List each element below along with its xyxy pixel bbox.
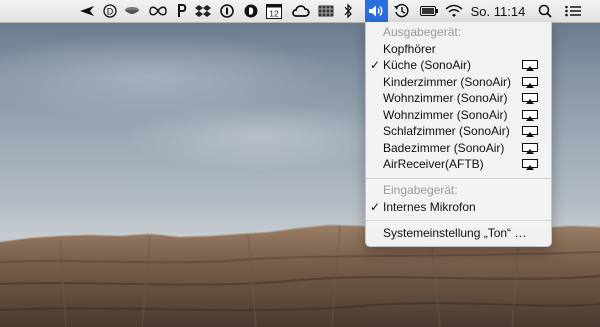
airplay-icon xyxy=(522,143,538,154)
keyboard-grid-icon[interactable] xyxy=(316,0,336,22)
airplay-icon xyxy=(522,159,538,170)
menu-separator xyxy=(366,220,551,221)
spotlight-search-icon[interactable] xyxy=(536,0,554,22)
menu-separator xyxy=(366,178,551,179)
time-machine-icon[interactable] xyxy=(391,0,413,22)
output-device-item[interactable]: Wohnzimmer (SonoAir) xyxy=(366,90,551,107)
p-icon[interactable] xyxy=(174,0,190,22)
battery-icon[interactable] xyxy=(418,0,440,22)
bluetooth-icon[interactable] xyxy=(340,0,356,22)
notification-list-icon[interactable] xyxy=(562,0,584,22)
infinity-icon[interactable] xyxy=(146,0,170,22)
output-device-item[interactable]: Kinderzimmer (SonoAir) xyxy=(366,74,551,91)
airplay-icon xyxy=(522,126,538,137)
d-circle-filled-icon[interactable] xyxy=(242,0,260,22)
d-circle-icon[interactable]: D xyxy=(101,0,119,22)
output-header: Ausgabegerät: xyxy=(383,25,462,39)
menu-bar: D 12 So. 11:14 xyxy=(0,0,600,23)
calendar-day: 12 xyxy=(269,8,279,18)
dropbox-icon[interactable] xyxy=(194,0,212,22)
airplay-icon xyxy=(522,93,538,104)
output-device-item[interactable]: Schlafzimmer (SonoAir) xyxy=(366,123,551,140)
output-device-item[interactable]: AirReceiver(AFTB) xyxy=(366,156,551,173)
airplay-icon xyxy=(522,77,538,88)
airplay-icon xyxy=(522,60,538,71)
input-header: Eingabegerät: xyxy=(383,183,458,197)
input-device-item[interactable]: ✓ Internes Mikrofon xyxy=(366,199,551,216)
creative-cloud-icon[interactable] xyxy=(290,0,312,22)
airplay-icon xyxy=(522,110,538,121)
checkmark-icon: ✓ xyxy=(370,200,381,214)
checkmark-icon: ✓ xyxy=(370,58,381,72)
output-device-item[interactable]: Wohnzimmer (SonoAir) xyxy=(366,107,551,124)
volume-icon[interactable] xyxy=(365,0,388,22)
sound-preferences-item[interactable]: Systemeinstellung „Ton“ … xyxy=(366,225,551,242)
volume-dropdown-menu: Ausgabegerät: Kopfhörer ✓ Küche (SonoAir… xyxy=(365,22,552,247)
svg-text:D: D xyxy=(107,7,114,17)
i-circle-icon[interactable] xyxy=(218,0,236,22)
output-device-item[interactable]: Badezimmer (SonoAir) xyxy=(366,140,551,157)
navigation-arrow-icon[interactable] xyxy=(76,0,98,22)
output-device-item[interactable]: Kopfhörer xyxy=(366,41,551,58)
bowl-icon[interactable] xyxy=(122,0,142,22)
output-device-item[interactable]: ✓ Küche (SonoAir) xyxy=(366,57,551,74)
wifi-icon[interactable] xyxy=(443,0,465,22)
menubar-clock[interactable]: So. 11:14 xyxy=(469,0,527,22)
calendar-icon[interactable]: 12 xyxy=(264,0,284,22)
